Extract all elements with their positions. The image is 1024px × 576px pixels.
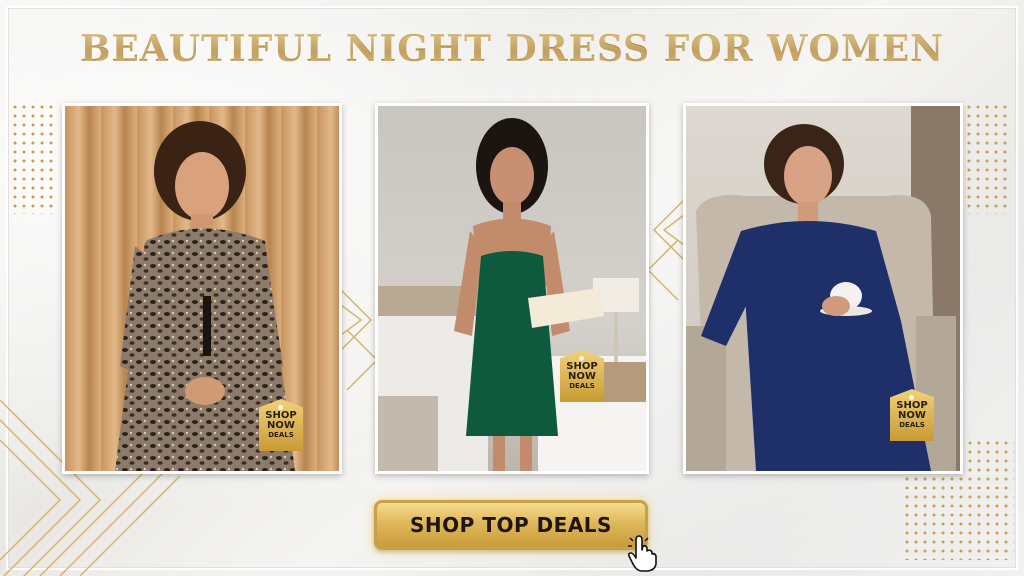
price-tag-icon: [278, 405, 283, 410]
dot-pattern-right-top: [966, 104, 1012, 214]
dot-pattern-left: [12, 104, 58, 214]
price-tag-icon: [909, 395, 914, 400]
tag-line-deals: DEALS: [268, 430, 294, 439]
shop-now-tag-green[interactable]: SHOP NOW DEALS: [560, 350, 604, 402]
product-photo-navy[interactable]: SHOP NOW DEALS: [686, 106, 960, 471]
product-banner: BEAUTIFUL NIGHT DRESS FOR WOMEN SHOP NOW…: [0, 0, 1024, 576]
product-photo-green-satin[interactable]: SHOP NOW DEALS: [378, 106, 646, 471]
price-tag-icon: [579, 356, 584, 361]
model-illustration-green: [378, 118, 646, 471]
cta-label: SHOP TOP DEALS: [410, 513, 612, 537]
shop-now-tag-navy[interactable]: SHOP NOW DEALS: [890, 389, 934, 441]
gold-line-ornament-mid-right: [648, 199, 684, 300]
tag-line-deals: DEALS: [899, 420, 925, 429]
product-card-green-satin[interactable]: SHOP NOW DEALS: [375, 103, 649, 474]
banner-title: BEAUTIFUL NIGHT DRESS FOR WOMEN: [0, 28, 1024, 70]
product-photo-leopard[interactable]: SHOP NOW DEALS: [65, 106, 339, 471]
shop-top-deals-button[interactable]: SHOP TOP DEALS: [374, 500, 648, 550]
product-card-navy[interactable]: SHOP NOW DEALS: [683, 103, 963, 474]
gold-line-ornament-mid-left: [341, 289, 377, 390]
tag-line-deals: DEALS: [569, 381, 595, 390]
shop-now-tag-leopard[interactable]: SHOP NOW DEALS: [259, 399, 303, 451]
hand-pointer-icon: [627, 535, 657, 572]
product-card-leopard[interactable]: SHOP NOW DEALS: [62, 103, 342, 474]
